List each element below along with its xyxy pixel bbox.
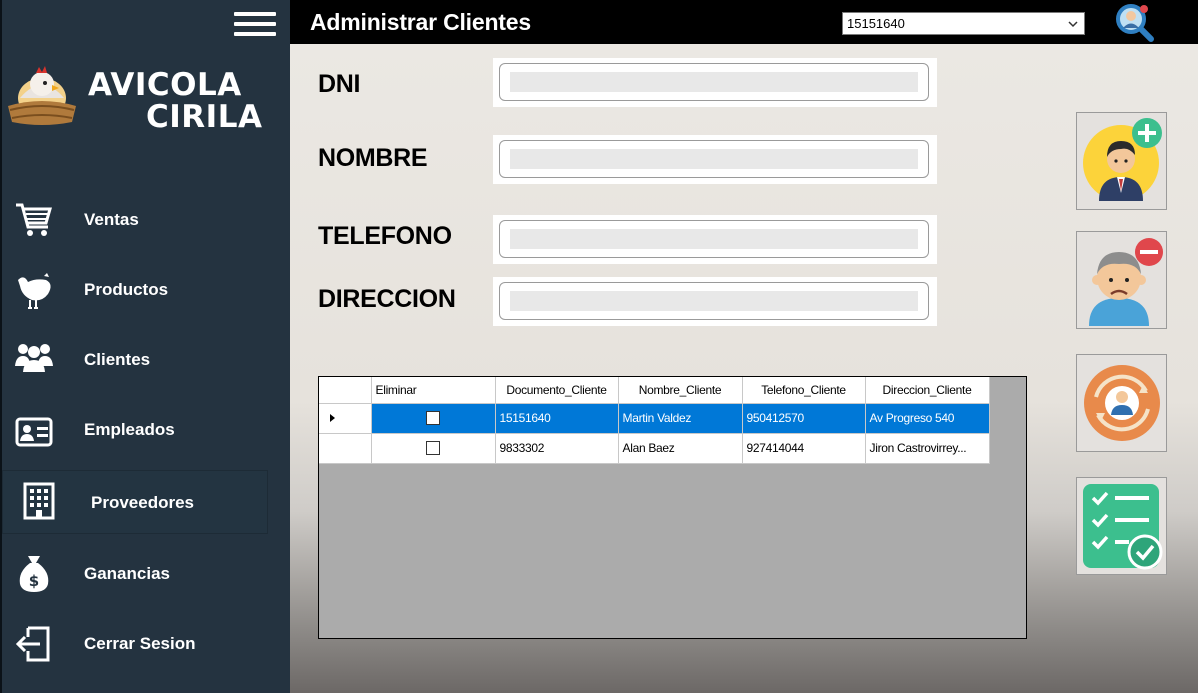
id-card-icon: [14, 412, 54, 452]
table-row[interactable]: 9833302 Alan Baez 927414044 Jiron Castro…: [319, 433, 990, 464]
sidebar-item-productos[interactable]: Productos: [0, 258, 290, 322]
table-row[interactable]: 15151640 Martin Valdez 950412570 Av Prog…: [319, 403, 990, 434]
brand-line2: CIRILA: [146, 99, 263, 135]
delete-client-icon: [1089, 238, 1163, 326]
sidebar-item-empleados[interactable]: Empleados: [0, 398, 290, 462]
main-panel: DNI NOMBRE TELEFONO DIRECCION Eliminar D: [290, 44, 1198, 693]
direccion-cell: Jiron Castrovirrey...: [865, 433, 990, 464]
building-icon: [19, 481, 59, 521]
delete-client-button[interactable]: [1076, 231, 1167, 329]
row-header[interactable]: [319, 433, 372, 464]
telefono-cell: 950412570: [742, 403, 866, 434]
eliminar-checkbox[interactable]: [426, 441, 440, 456]
column-header-documento[interactable]: Documento_Cliente: [495, 377, 619, 404]
column-header-telefono[interactable]: Telefono_Cliente: [742, 377, 866, 404]
sidebar-item-ganancias[interactable]: $ Ganancias: [0, 542, 290, 606]
chicken-nest-logo-icon: [6, 62, 78, 138]
sidebar: AVICOLA CIRILA Ventas Productos Clientes…: [0, 0, 290, 693]
add-client-button[interactable]: [1076, 112, 1167, 210]
cart-icon: [14, 199, 54, 239]
nombre-cell: Martin Valdez: [618, 403, 743, 434]
sidebar-item-label: Proveedores: [91, 493, 194, 512]
telefono-field-box: [499, 220, 929, 258]
sidebar-item-ventas[interactable]: Ventas: [0, 188, 290, 252]
column-header-eliminar[interactable]: Eliminar: [371, 377, 496, 404]
clients-grid[interactable]: Eliminar Documento_Cliente Nombre_Client…: [318, 376, 1027, 639]
add-client-icon: [1083, 118, 1162, 201]
nombre-field-box: [499, 140, 929, 178]
page-title: Administrar Clientes: [310, 9, 531, 35]
dni-field-box: [499, 63, 929, 101]
direccion-label: DIRECCION: [318, 285, 456, 313]
nombre-field-wrapper: [493, 135, 937, 184]
dni-field-wrapper: [493, 58, 937, 107]
chevron-down-icon: [1068, 21, 1078, 28]
clients-table: Eliminar Documento_Cliente Nombre_Client…: [319, 377, 990, 464]
row-header-corner: [319, 377, 372, 404]
telefono-label: TELEFONO: [318, 222, 452, 250]
logout-icon: [14, 624, 54, 664]
direccion-cell: Av Progreso 540: [865, 403, 990, 434]
dni-label: DNI: [318, 70, 361, 98]
svg-text:$: $: [29, 572, 39, 590]
direccion-field-box: [499, 282, 929, 320]
money-bag-icon: $: [14, 554, 54, 594]
sidebar-item-proveedores[interactable]: Proveedores: [2, 470, 268, 534]
column-header-nombre[interactable]: Nombre_Cliente: [618, 377, 743, 404]
sidebar-item-cerrar-sesion[interactable]: Cerrar Sesion: [0, 612, 290, 676]
checklist-icon: [1083, 484, 1163, 570]
row-header[interactable]: [319, 403, 372, 434]
documento-cell: 9833302: [495, 433, 619, 464]
sidebar-item-label: Cerrar Sesion: [84, 634, 196, 653]
hamburger-menu-icon[interactable]: [232, 10, 276, 38]
update-client-button[interactable]: [1076, 354, 1167, 452]
group-icon: [14, 338, 54, 378]
chicken-icon: [14, 270, 54, 310]
update-client-icon: [1084, 365, 1160, 441]
current-row-arrow-icon: [330, 414, 335, 423]
client-select[interactable]: 15151640: [842, 12, 1085, 35]
sidebar-item-label: Empleados: [84, 420, 175, 439]
nombre-input[interactable]: [510, 149, 918, 169]
sidebar-item-label: Ventas: [84, 210, 139, 229]
documento-cell: 15151640: [495, 403, 619, 434]
search-client-button[interactable]: [1114, 2, 1156, 42]
eliminar-checkbox[interactable]: [426, 411, 440, 426]
column-header-direccion[interactable]: Direccion_Cliente: [865, 377, 990, 404]
eliminar-cell: [371, 403, 496, 434]
eliminar-cell: [371, 433, 496, 464]
search-user-icon: [1116, 4, 1154, 42]
list-clients-button[interactable]: [1076, 477, 1167, 575]
brand-line1: AVICOLA: [88, 67, 242, 103]
nombre-label: NOMBRE: [318, 144, 428, 172]
sidebar-item-label: Clientes: [84, 350, 151, 369]
direccion-field-wrapper: [493, 277, 937, 326]
sidebar-item-label: Productos: [84, 280, 169, 299]
sidebar-item-label: Ganancias: [84, 564, 170, 583]
sidebar-item-clientes[interactable]: Clientes: [0, 328, 290, 392]
telefono-cell: 927414044: [742, 433, 866, 464]
direccion-input[interactable]: [510, 291, 918, 311]
client-select-value: 15151640: [847, 16, 905, 31]
telefono-field-wrapper: [493, 215, 937, 264]
nombre-cell: Alan Baez: [618, 433, 743, 464]
dni-input[interactable]: [510, 72, 918, 92]
telefono-input[interactable]: [510, 229, 918, 249]
top-bar: Administrar Clientes 15151640: [290, 0, 1198, 44]
